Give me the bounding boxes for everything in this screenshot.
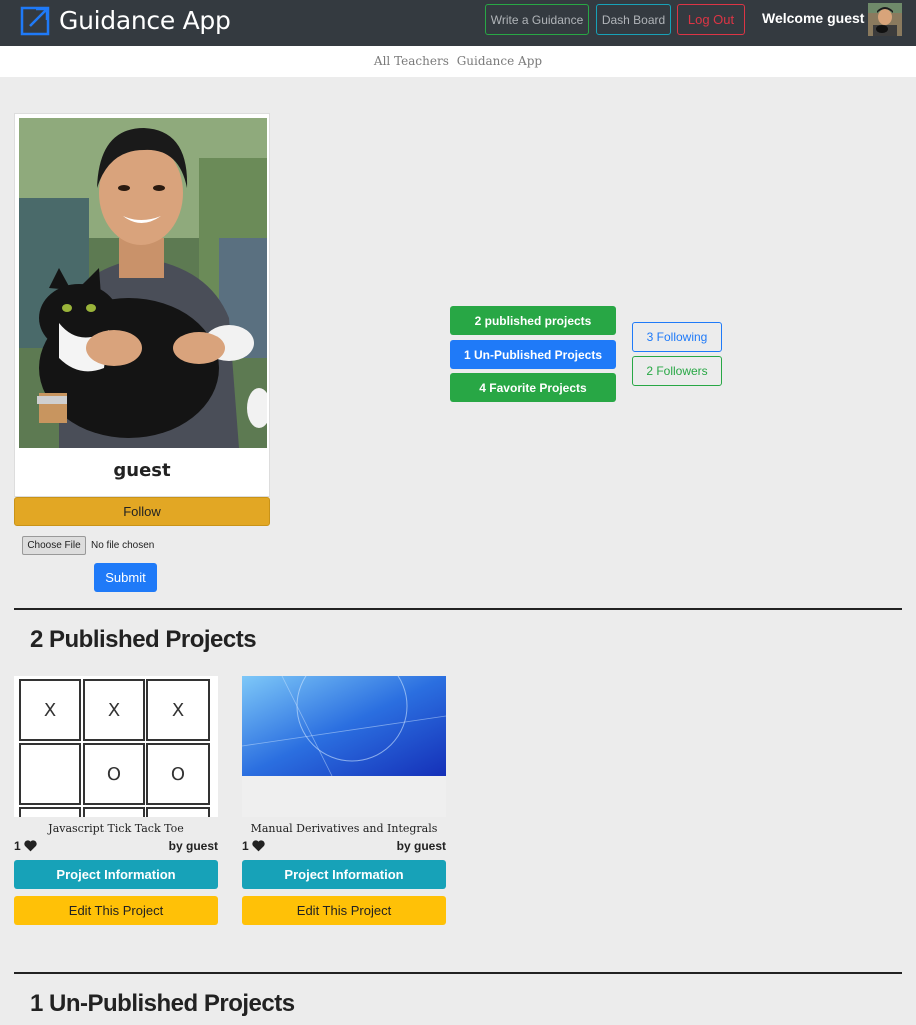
board-cell <box>146 807 210 817</box>
project-meta: 1 by guest <box>14 839 218 855</box>
like-count: 1 <box>14 839 37 853</box>
board-cell <box>19 743 81 805</box>
project-info-button[interactable]: Project Information <box>242 860 446 889</box>
navbar: Guidance App Write a Guidance Dash Board… <box>0 0 916 46</box>
edit-project-button[interactable]: Edit This Project <box>14 896 218 925</box>
project-title: Manual Derivatives and Integrals <box>250 822 438 835</box>
project-thumbnail[interactable]: X X X O O <box>14 676 218 817</box>
guidance-app-link[interactable]: Guidance App <box>457 54 542 68</box>
project-thumbnail[interactable] <box>242 676 446 817</box>
edit-project-button[interactable]: Edit This Project <box>242 896 446 925</box>
board-cell <box>19 807 81 817</box>
file-upload: Choose File No file chosen <box>22 535 154 555</box>
section-divider <box>14 972 902 974</box>
like-count-value: 1 <box>14 839 21 853</box>
followers-button[interactable]: 2 Followers <box>632 356 722 386</box>
welcome-text: Welcome guest <box>762 10 865 26</box>
unpublished-section-title: 1 Un-Published Projects <box>30 990 295 1017</box>
favorite-projects-button[interactable]: 4 Favorite Projects <box>450 373 616 402</box>
choose-file-button[interactable]: Choose File <box>22 535 86 555</box>
project-info-button[interactable]: Project Information <box>14 860 218 889</box>
external-link-icon[interactable] <box>20 4 52 36</box>
board-cell: O <box>83 743 145 805</box>
profile-name: guest <box>113 460 171 481</box>
like-count: 1 <box>242 839 265 853</box>
project-author: by guest <box>168 839 218 853</box>
board-cell: X <box>19 679 81 741</box>
section-divider <box>14 608 902 610</box>
avatar[interactable] <box>868 3 902 36</box>
profile-card: guest <box>14 113 270 497</box>
project-title: Javascript Tick Tack Toe <box>48 822 184 835</box>
published-projects-button[interactable]: 2 published projects <box>450 306 616 335</box>
write-guidance-button[interactable]: Write a Guidance <box>485 4 589 35</box>
like-count-value: 1 <box>242 839 249 853</box>
published-section-title: 2 Published Projects <box>30 626 257 653</box>
project-meta: 1 by guest <box>242 839 446 855</box>
logout-button[interactable]: Log Out <box>677 4 745 35</box>
following-button[interactable]: 3 Following <box>632 322 722 352</box>
board-cell: X <box>83 679 145 741</box>
dashboard-button[interactable]: Dash Board <box>596 4 671 35</box>
heart-icon[interactable] <box>24 840 37 852</box>
secondary-nav: All Teachers Guidance App <box>0 46 916 77</box>
submit-button[interactable]: Submit <box>94 563 157 592</box>
profile-photo <box>19 118 267 448</box>
project-author: by guest <box>396 839 446 853</box>
math-formula-image <box>242 676 446 776</box>
all-teachers-link[interactable]: All Teachers <box>374 54 449 68</box>
heart-icon[interactable] <box>252 840 265 852</box>
board-cell <box>83 807 145 817</box>
board-cell: O <box>146 743 210 805</box>
brand-title[interactable]: Guidance App <box>59 6 231 35</box>
unpublished-projects-button[interactable]: 1 Un-Published Projects <box>450 340 616 369</box>
board-cell: X <box>146 679 210 741</box>
file-status: No file chosen <box>91 539 155 551</box>
follow-button[interactable]: Follow <box>14 497 270 526</box>
